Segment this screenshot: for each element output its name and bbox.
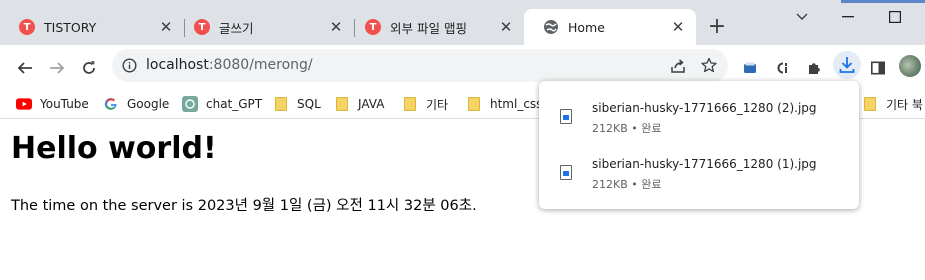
back-button[interactable] [13,56,37,80]
extension-c-button[interactable] [770,56,794,80]
bookmark-folder-java[interactable]: JAVA [334,93,384,115]
minimize-button[interactable] [825,0,871,34]
forward-button[interactable] [45,56,69,80]
close-icon[interactable]: ✕ [328,19,344,35]
profile-avatar[interactable] [899,55,921,77]
site-info-icon[interactable] [122,58,137,77]
bookmark-google[interactable]: Google [103,93,169,115]
arrow-right-icon [50,62,65,74]
page-heading: Hello world! [11,131,217,166]
bookmark-label: chat_GPT [206,97,263,111]
reload-icon [83,61,95,74]
bookmark-star-icon[interactable] [701,57,717,77]
bookmark-folder-etc-bookmarks[interactable]: 기타 북 [862,93,923,115]
bookmark-youtube[interactable]: YouTube [16,93,89,115]
folder-icon [466,96,482,112]
close-icon[interactable]: ✕ [670,19,686,35]
notebook-icon [744,62,756,73]
tab-title: 글쓰기 [219,20,254,36]
url-text: localhost:8080/merong/ [146,57,313,73]
bookmark-label: 기타 [426,97,449,112]
close-icon[interactable]: ✕ [498,19,514,35]
tab-tistory[interactable]: T TISTORY ✕ [0,9,184,45]
bookmark-label: JAVA [358,97,385,111]
download-item[interactable]: siberian-husky-1771666_1280 (1).jpg 212K… [539,145,859,201]
maximize-button[interactable] [872,0,918,34]
bookmark-label: Google [127,97,170,111]
close-icon[interactable]: ✕ [158,19,174,35]
side-panel-icon [870,61,885,75]
image-file-icon [560,109,572,124]
arrow-left-icon [17,62,32,74]
url-path: :8080/merong/ [208,57,313,73]
download-status: 212KB • 완료 [592,178,662,191]
bookmark-label: SQL [297,97,321,111]
bookmark-folder-etc[interactable]: 기타 [402,93,448,115]
share-icon[interactable] [670,58,686,78]
downloads-bubble: siberian-husky-1771666_1280 (2).jpg 212K… [539,81,859,209]
folder-icon [862,96,878,112]
folder-icon [402,96,418,112]
puzzle-icon [809,63,820,74]
folder-icon [334,96,350,112]
maximize-icon [889,11,901,23]
tab-title: Home [568,19,605,35]
tab-search-button[interactable] [779,0,825,34]
youtube-icon [16,96,32,112]
tab-strip: T TISTORY ✕ T 글쓰기 ✕ T 외부 파일 맵핑 ✕ Home ✕ … [0,0,925,45]
bookmark-label: YouTube [40,97,89,111]
download-filename: siberian-husky-1771666_1280 (2).jpg [592,101,817,115]
folder-icon [273,96,289,112]
reload-button[interactable] [77,56,101,80]
chevron-down-icon [796,13,808,20]
new-tab-button[interactable]: + [706,16,728,39]
bookmark-chat-gpt[interactable]: chat_GPT [182,93,262,115]
extension-notepad-button[interactable] [738,56,762,80]
downloads-button[interactable] [833,51,861,79]
tab-write[interactable]: T 글쓰기 ✕ [175,9,354,45]
address-bar[interactable]: localhost:8080/merong/ [112,49,728,82]
globe-icon [543,19,559,35]
bookmark-label: 기타 북 [886,97,923,112]
tistory-icon: T [194,19,210,35]
tab-title: TISTORY [44,19,97,35]
extensions-button[interactable] [802,56,826,80]
bookmark-folder-html-css[interactable]: html_css_ [466,93,548,115]
download-icon [839,56,855,78]
google-icon [103,96,119,112]
tab-home[interactable]: Home ✕ [524,9,696,45]
server-time-text: The time on the server is 2023년 9월 1일 (금… [11,198,477,214]
side-panel-button[interactable] [866,56,890,80]
tistory-icon: T [365,19,381,35]
image-file-icon [560,165,572,180]
c-extension-icon [777,62,787,74]
tistory-icon: T [19,19,35,35]
chatgpt-icon [182,96,198,112]
url-host: localhost [146,57,209,73]
download-filename: siberian-husky-1771666_1280 (1).jpg [592,157,817,171]
minimize-icon [842,16,854,18]
tab-title: 외부 파일 맵핑 [390,20,467,36]
bookmark-folder-sql[interactable]: SQL [273,93,321,115]
download-item[interactable]: siberian-husky-1771666_1280 (2).jpg 212K… [539,89,859,145]
tab-external-file-mapping[interactable]: T 외부 파일 맵핑 ✕ [346,9,524,45]
download-status: 212KB • 완료 [592,122,662,135]
